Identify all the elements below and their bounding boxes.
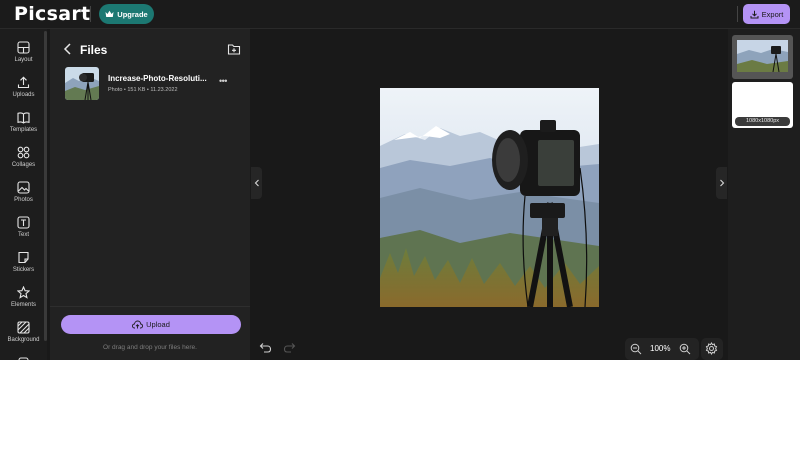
sidebar-item-label: Templates <box>9 127 38 133</box>
page-preview <box>737 40 788 72</box>
upload-label: Upload <box>146 320 170 329</box>
image-icon <box>17 181 30 194</box>
grid-icon <box>17 146 30 159</box>
divider <box>50 306 250 307</box>
sidebar-item-label: Layout <box>14 57 33 63</box>
panel-title: Files <box>80 43 108 57</box>
chevron-right-icon <box>719 179 724 187</box>
sidebar-item-text[interactable]: Text <box>0 214 47 248</box>
sidebar-item-photos[interactable]: Photos <box>0 179 47 213</box>
upload-button[interactable]: Upload <box>61 315 241 334</box>
sidebar-item-label: Photos <box>14 197 33 203</box>
download-icon <box>750 10 759 18</box>
file-thumbnail <box>65 67 99 100</box>
more-options-icon[interactable]: ••• <box>219 76 227 86</box>
sidebar-item-collages[interactable]: Collages <box>0 144 47 178</box>
camera-on-tripod-photo <box>380 88 599 307</box>
cloud-upload-icon <box>132 320 144 329</box>
zoom-in-icon[interactable] <box>679 343 691 355</box>
divider <box>90 6 91 22</box>
text-icon <box>17 216 30 229</box>
picsart-logo[interactable]: Picsart <box>14 3 90 25</box>
upgrade-label: Upgrade <box>117 9 148 19</box>
redo-icon[interactable] <box>283 341 296 354</box>
canvas-photo[interactable] <box>380 88 599 307</box>
page-size-badge: 1080x1080px <box>735 117 790 126</box>
camera-photo-thumbnail <box>65 67 99 100</box>
drop-hint: Or drag and drop your files here. <box>103 344 197 351</box>
sidebar-item-more[interactable] <box>0 354 47 360</box>
crown-icon <box>105 10 114 17</box>
page-thumbnail-selected[interactable] <box>732 35 793 79</box>
more-icon <box>18 357 29 360</box>
sidebar-item-label: Collages <box>11 162 36 168</box>
sidebar-scrollbar[interactable] <box>44 31 47 341</box>
divider <box>737 6 738 22</box>
editor-window: Picsart Upgrade Export Layout Uploads Te… <box>0 0 800 360</box>
book-icon <box>17 112 30 124</box>
sidebar-item-uploads[interactable]: Uploads <box>0 74 47 108</box>
file-meta: Photo • 151 KB • 11.23.2022 <box>108 87 178 93</box>
zoom-level[interactable]: 100% <box>650 344 670 353</box>
sticker-icon <box>18 251 29 264</box>
top-bar: Picsart Upgrade Export <box>0 0 800 29</box>
back-arrow-icon[interactable] <box>62 42 74 56</box>
expand-pages-button[interactable] <box>716 167 727 199</box>
export-label: Export <box>761 9 784 19</box>
export-button[interactable]: Export <box>743 4 790 24</box>
undo-icon[interactable] <box>259 341 272 354</box>
gear-icon[interactable] <box>705 342 718 355</box>
sidebar-item-label: Text <box>17 232 29 238</box>
sidebar-item-layout[interactable]: Layout <box>0 39 47 73</box>
sidebar-item-stickers[interactable]: Stickers <box>0 249 47 283</box>
zoom-out-icon[interactable] <box>630 343 642 355</box>
upgrade-button[interactable]: Upgrade <box>99 4 154 24</box>
sidebar-item-label: Background <box>7 337 40 343</box>
chevron-left-icon <box>254 179 259 187</box>
sidebar-item-background[interactable]: Background <box>0 319 47 353</box>
sidebar-item-elements[interactable]: Elements <box>0 284 47 318</box>
add-folder-icon[interactable] <box>227 42 241 56</box>
star-icon <box>17 286 30 299</box>
collapse-panel-button[interactable] <box>251 167 262 199</box>
tool-sidebar: Layout Uploads Templates Collages Photos… <box>0 29 47 360</box>
sidebar-item-label: Uploads <box>12 92 35 98</box>
upload-icon <box>17 76 30 89</box>
sidebar-item-templates[interactable]: Templates <box>0 109 47 143</box>
sidebar-item-label: Elements <box>10 302 36 308</box>
layout-icon <box>17 41 30 54</box>
sidebar-item-label: Stickers <box>12 267 35 273</box>
pattern-icon <box>17 321 30 334</box>
file-name: Increase-Photo-Resoluti... <box>108 74 207 83</box>
